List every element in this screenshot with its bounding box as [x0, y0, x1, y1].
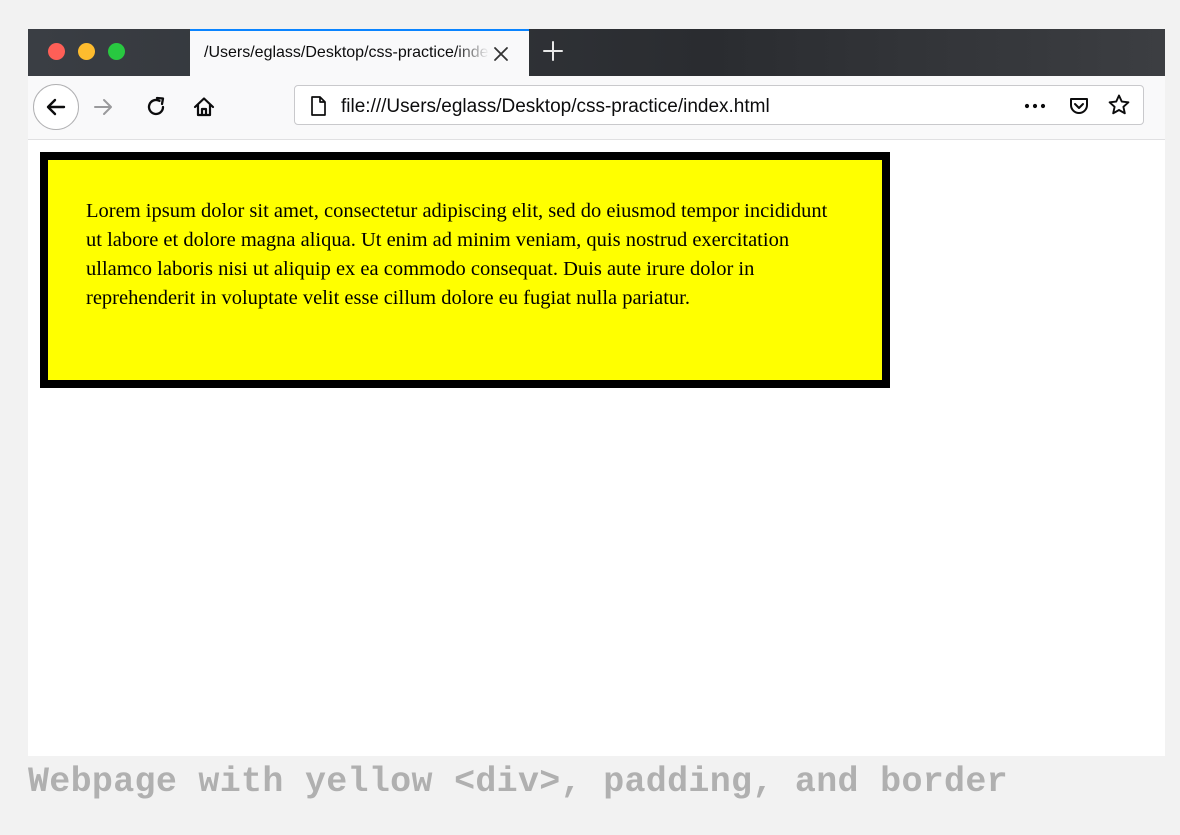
close-icon[interactable]	[492, 45, 510, 63]
more-dots-icon[interactable]	[1023, 96, 1047, 121]
page-icon	[308, 95, 328, 122]
tab-active[interactable]: /Users/eglass/Desktop/css-practice/index…	[190, 29, 529, 76]
close-window-button[interactable]	[48, 43, 65, 60]
minimize-window-button[interactable]	[78, 43, 95, 60]
star-icon[interactable]	[1107, 93, 1131, 122]
zoom-window-button[interactable]	[108, 43, 125, 60]
url-text: file:///Users/eglass/Desktop/css-practic…	[341, 96, 770, 117]
plus-icon[interactable]	[542, 40, 564, 62]
pocket-icon[interactable]	[1067, 94, 1091, 123]
caption: Webpage with yellow <div>, padding, and …	[28, 762, 1008, 802]
back-arrow-icon	[46, 98, 66, 116]
navigation-toolbar: file:///Users/eglass/Desktop/css-practic…	[28, 76, 1165, 140]
back-button[interactable]	[33, 84, 79, 130]
yellow-div: Lorem ipsum dolor sit amet, consectetur …	[40, 152, 890, 388]
lorem-paragraph: Lorem ipsum dolor sit amet, consectetur …	[86, 200, 828, 309]
page-content: Lorem ipsum dolor sit amet, consectetur …	[28, 141, 1165, 756]
browser-window: /Users/eglass/Desktop/css-practice/index…	[28, 29, 1165, 756]
reload-icon[interactable]	[144, 95, 168, 124]
url-bar[interactable]: file:///Users/eglass/Desktop/css-practic…	[294, 85, 1144, 125]
tab-bar: /Users/eglass/Desktop/css-practice/index…	[28, 29, 1165, 76]
home-icon[interactable]	[192, 95, 216, 124]
forward-arrow-icon[interactable]	[92, 96, 114, 123]
tab-title: /Users/eglass/Desktop/css-practice/index…	[204, 44, 489, 61]
